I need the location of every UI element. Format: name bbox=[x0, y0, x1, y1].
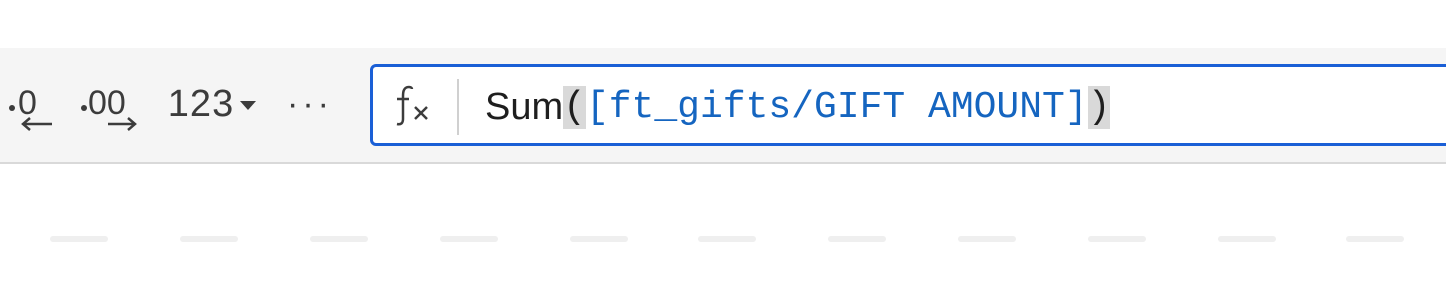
placeholder-dash bbox=[440, 236, 498, 242]
placeholder-dash bbox=[1346, 236, 1404, 242]
placeholder-dash bbox=[1218, 236, 1276, 242]
number-format-dropdown[interactable]: 123 bbox=[160, 72, 264, 136]
formula-open-paren: ( bbox=[563, 85, 586, 129]
increase-decimal-button[interactable]: 00 bbox=[78, 72, 142, 136]
placeholder-dash bbox=[310, 236, 368, 242]
formula-close-paren: ) bbox=[1087, 85, 1111, 129]
placeholder-dash bbox=[828, 236, 886, 242]
placeholder-dash bbox=[50, 236, 108, 242]
formula-function-name: Sum bbox=[485, 85, 564, 128]
formula-input[interactable]: Sum([ft_gifts/GIFT AMOUNT]) bbox=[485, 83, 1111, 131]
formatting-toolbar: 0 00 123 ··· Sum([ft_gifts/GIFT AMOUNT] … bbox=[0, 48, 1446, 164]
loading-placeholder-row bbox=[0, 236, 1446, 244]
placeholder-dash bbox=[958, 236, 1016, 242]
number-format-label: 123 bbox=[167, 82, 235, 125]
placeholder-dash bbox=[698, 236, 756, 242]
formula-bar[interactable]: Sum([ft_gifts/GIFT AMOUNT]) bbox=[370, 64, 1446, 146]
more-options-button[interactable]: ··· bbox=[282, 72, 338, 136]
decrease-decimal-button[interactable]: 0 bbox=[2, 72, 58, 136]
decrease-decimal-icon: 0 bbox=[9, 84, 52, 131]
svg-text:0: 0 bbox=[18, 84, 37, 122]
placeholder-dash bbox=[180, 236, 238, 242]
formula-bar-separator bbox=[457, 79, 459, 135]
formula-field-reference: [ft_gifts/GIFT AMOUNT] bbox=[585, 85, 1088, 129]
function-fx-icon bbox=[396, 85, 428, 126]
placeholder-dash bbox=[1088, 236, 1146, 242]
increase-decimal-icon: 00 bbox=[81, 84, 137, 131]
svg-text:00: 00 bbox=[88, 84, 126, 122]
placeholder-dash bbox=[570, 236, 628, 242]
chevron-down-icon bbox=[240, 100, 257, 110]
